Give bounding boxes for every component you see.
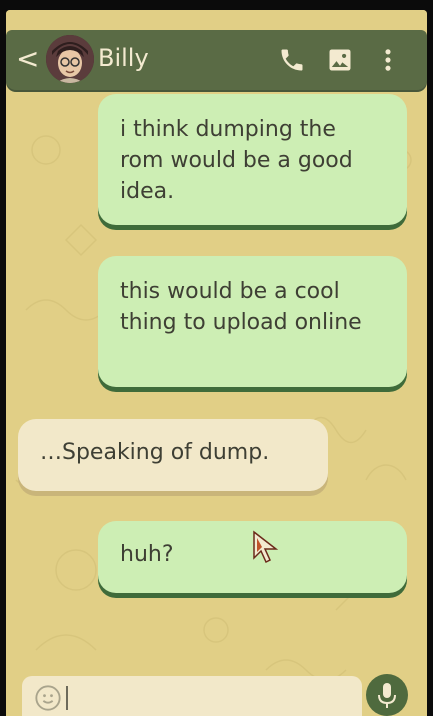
message-text: this would be a cool thing to upload onl… — [120, 279, 362, 335]
mic-icon — [378, 683, 396, 708]
mouse-cursor-icon — [253, 530, 279, 564]
more-vert-icon[interactable] — [374, 46, 402, 74]
message-bubble-outgoing[interactable]: i think dumping the rom would be a good … — [98, 94, 407, 225]
image-icon[interactable] — [326, 46, 354, 74]
back-button[interactable]: < — [16, 44, 42, 74]
status-bar — [6, 10, 427, 32]
avatar[interactable] — [46, 35, 94, 83]
message-text: huh? — [120, 542, 174, 567]
emoji-icon[interactable] — [34, 684, 62, 712]
message-text: i think dumping the rom would be a good … — [120, 117, 353, 204]
message-bubble-incoming[interactable]: …Speaking of dump. — [18, 419, 328, 491]
mic-button[interactable] — [366, 674, 408, 716]
message-bubble-outgoing[interactable]: this would be a cool thing to upload onl… — [98, 256, 407, 387]
message-input[interactable] — [22, 676, 362, 716]
avatar-image — [46, 35, 94, 83]
text-caret — [66, 686, 68, 710]
chat-screen: < Billy i think dumping the rom would be… — [6, 10, 427, 716]
chat-header: < Billy — [6, 30, 427, 90]
contact-name[interactable]: Billy — [98, 44, 149, 72]
phone-icon[interactable] — [278, 46, 306, 74]
message-text: …Speaking of dump. — [40, 440, 270, 465]
